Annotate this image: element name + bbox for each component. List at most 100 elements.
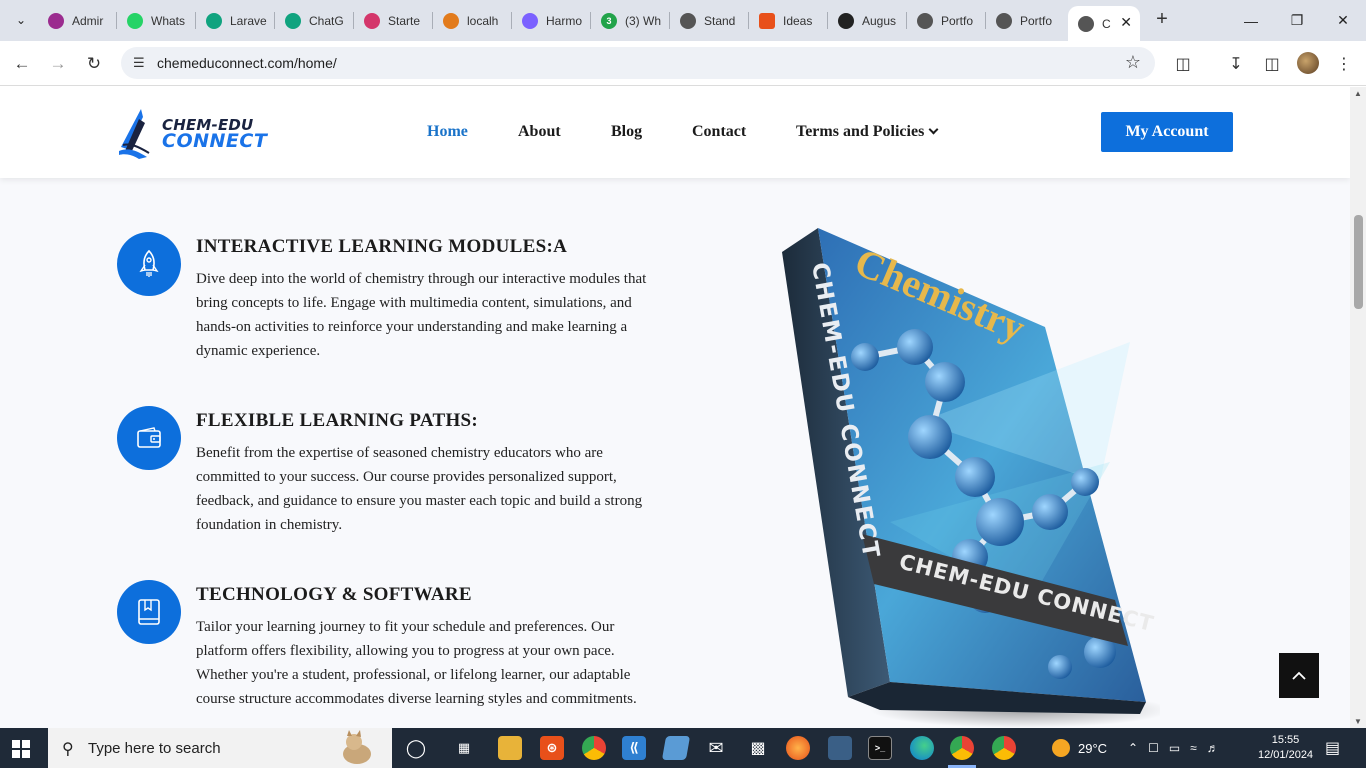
nav-blog[interactable]: Blog [611,123,642,141]
browser-tab[interactable]: Stand [670,0,749,41]
windows-start-icon[interactable] [12,740,30,758]
minimize-button[interactable]: — [1228,0,1274,41]
tab-search-menu-icon[interactable]: ⌄ [8,7,34,33]
scroll-to-top-button[interactable] [1279,653,1319,698]
feature-title: INTERACTIVE LEARNING MODULES:A [196,236,568,257]
browser-tab[interactable]: Admir [38,0,117,41]
scroll-down-arrow-icon[interactable]: ▼ [1354,717,1362,726]
tab-label: C [1102,16,1111,31]
wifi-icon[interactable]: ≈ [1190,741,1207,755]
close-tab-icon[interactable]: ✕ [1120,14,1132,31]
tab-favicon-icon [917,12,933,29]
weather-temperature: 29°C [1078,740,1108,756]
tab-label: Portfo [941,13,974,28]
edge-icon[interactable] [910,736,934,760]
new-tab-button[interactable]: + [1151,8,1173,31]
tab-favicon-icon [206,12,222,29]
mail-icon[interactable]: ✉ [704,736,728,760]
tab-favicon-icon [838,12,854,29]
profile-avatar[interactable] [1297,52,1319,74]
browser-tab[interactable]: Harmo [512,0,591,41]
file-explorer-icon[interactable] [498,736,522,760]
feature-icon-circle [117,406,181,470]
browser-tab[interactable]: localh [433,0,512,41]
terminal-icon[interactable]: >_ [868,736,892,760]
clock[interactable]: 15:55 12/01/2024 [1258,728,1313,768]
volume-icon[interactable]: ♬ [1207,741,1229,755]
chrome-icon[interactable] [582,736,606,760]
task-view-icon[interactable]: ◯ [404,736,428,760]
browser-tab[interactable]: Portfo [986,0,1065,41]
tab-favicon-icon [443,12,459,29]
extensions-icon[interactable]: ◫ [1171,52,1195,76]
notifications-icon[interactable]: ▤ [1325,728,1340,768]
tab-favicon-icon [364,12,380,29]
weather-widget[interactable]: 29°C [1052,728,1107,768]
nav-about[interactable]: About [518,123,561,141]
system-tray-icons[interactable]: ⌃ ☐ ▭ ≈ ♬ [1128,728,1229,768]
store-icon[interactable]: ▩ [746,736,770,760]
ssms-icon[interactable] [828,736,852,760]
browser-tab[interactable]: Larave [196,0,275,41]
menu-kebab-icon[interactable]: ⋮ [1332,52,1356,76]
notepad-icon[interactable] [661,736,691,760]
tab-label: ChatG [309,13,344,28]
network-icon[interactable]: ☐ [1148,741,1169,755]
tab-favicon-icon [127,12,143,29]
scroll-up-arrow-icon[interactable]: ▲ [1354,89,1362,98]
browser-tab[interactable]: 3 (3) Wh [591,0,670,41]
side-panel-icon[interactable]: ◫ [1260,52,1284,76]
feature-icon-circle [117,580,181,644]
forward-arrow-icon[interactable]: → [44,50,72,78]
browser-tab[interactable]: Portfo [907,0,986,41]
back-arrow-icon[interactable]: ← [8,50,36,78]
tab-favicon-icon [522,12,538,29]
browser-tab-active[interactable]: C ✕ [1068,6,1140,41]
tab-label: Stand [704,13,736,28]
tab-label: (3) Wh [625,13,661,28]
site-info-icon[interactable]: ☰ [133,55,145,71]
chrome-icon[interactable] [992,736,1016,760]
book-icon [138,599,160,625]
nav-terms-label: Terms and Policies [796,123,925,140]
logo-text-line2: CONNECT [162,130,268,152]
battery-icon[interactable]: ▭ [1169,741,1190,755]
my-account-button[interactable]: My Account [1101,112,1233,152]
nav-contact[interactable]: Contact [692,123,746,141]
bookmark-star-icon[interactable]: ☆ [1125,52,1141,73]
close-window-button[interactable]: ✕ [1320,0,1366,41]
address-bar[interactable]: ☰ chemeduconnect.com/home/ ☆ [121,47,1155,79]
browser-toolbar: ← → ↻ ☰ chemeduconnect.com/home/ ☆ ◫ ↧ ◫… [0,41,1366,86]
search-icon: ⚲ [62,741,74,758]
download-icon[interactable]: ↧ [1224,52,1248,76]
nav-terms-dropdown[interactable]: Terms and Policies [796,123,939,141]
page-scrollbar[interactable]: ▲ ▼ [1350,87,1366,728]
scrollbar-thumb[interactable] [1354,215,1363,309]
chrome-icon[interactable] [950,736,974,760]
browser-tab[interactable]: Augus [828,0,907,41]
vscode-icon[interactable]: ⟪ [622,736,646,760]
nav-home[interactable]: Home [427,123,468,141]
xampp-icon[interactable]: ⊛ [540,736,564,760]
taskbar-search-box[interactable]: ⚲ Type here to search [48,728,392,768]
browser-tab[interactable]: Ideas [749,0,828,41]
tab-label: Augus [862,13,897,28]
chemistry-book-image: Chemistry CHEM-EDU CONNECT CHEM-EDU CONN… [782,228,1160,728]
search-placeholder: Type here to search [88,740,221,757]
clock-date: 12/01/2024 [1258,749,1314,761]
tab-favicon-icon [1078,15,1094,32]
tab-label: Ideas [783,13,813,28]
site-logo[interactable]: CHEM-EDU CONNECT [117,105,277,161]
feature-title: FLEXIBLE LEARNING PATHS: [196,410,479,431]
restore-button[interactable]: ❐ [1274,0,1320,41]
reload-icon[interactable]: ↻ [80,50,108,78]
widgets-icon[interactable]: ▦ [452,736,476,760]
browser-tab[interactable]: Whats [117,0,196,41]
rocket-icon [139,249,159,277]
url-text[interactable]: chemeduconnect.com/home/ [157,55,337,71]
browser-tab[interactable]: ChatG [275,0,354,41]
browser-tab[interactable]: Starte [354,0,433,41]
chevron-up-icon[interactable]: ⌃ [1128,741,1148,755]
feature-description: Tailor your learning journey to fit your… [196,619,637,707]
firefox-icon[interactable] [786,736,810,760]
